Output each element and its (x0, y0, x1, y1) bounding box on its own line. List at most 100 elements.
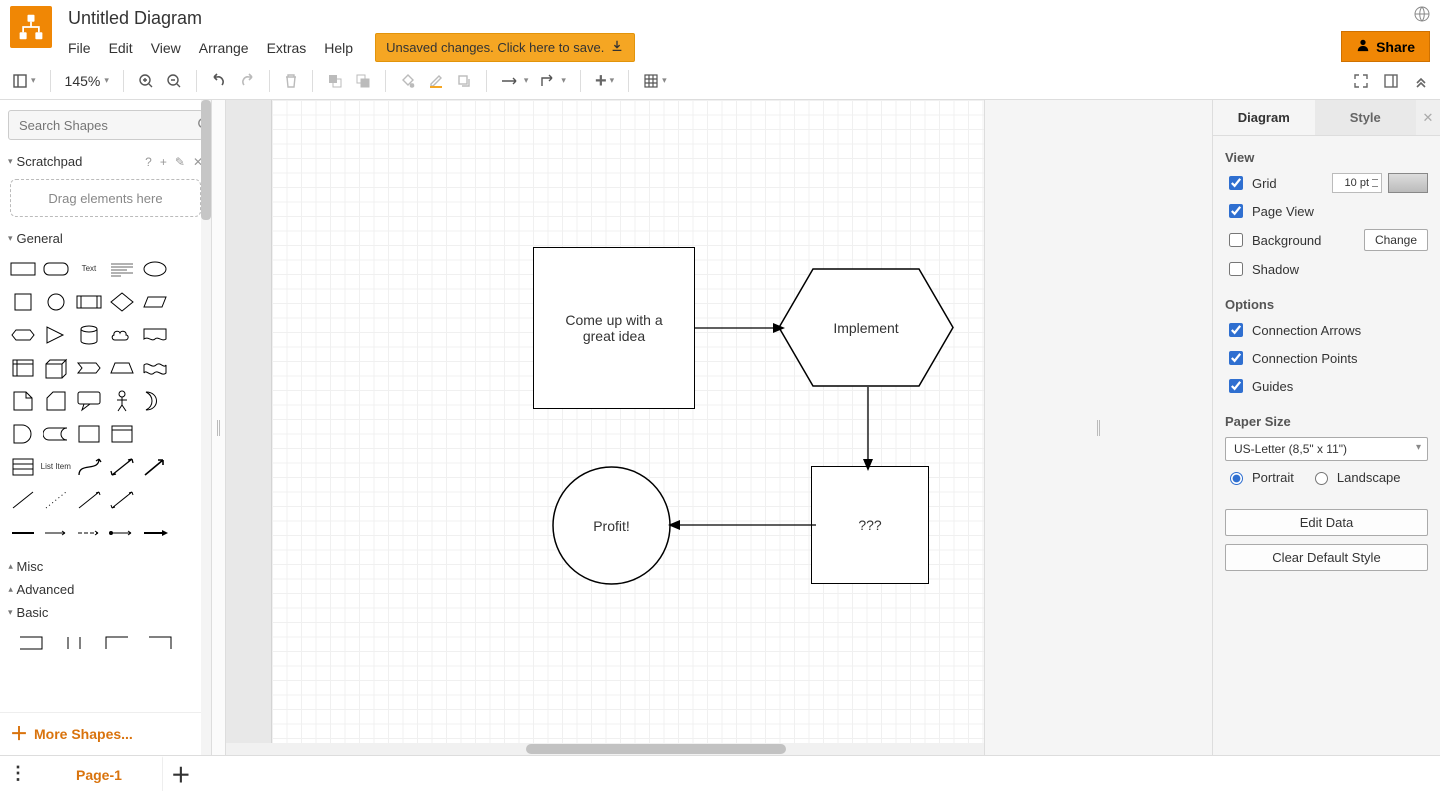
delete-button[interactable] (280, 68, 302, 94)
shape-triangle[interactable] (39, 318, 72, 351)
node-unknown[interactable]: ??? (811, 466, 929, 584)
fill-color-button[interactable] (396, 68, 420, 94)
shape-note[interactable] (6, 384, 39, 417)
scratchpad-header[interactable]: ▾Scratchpad ? + ✎ ✕ (0, 150, 211, 173)
shape-data-storage[interactable] (39, 417, 72, 450)
scratchpad-edit-icon[interactable]: ✎ (175, 155, 185, 169)
shape-basic-4[interactable] (138, 626, 181, 659)
menu-view[interactable]: View (151, 40, 181, 56)
shape-container2[interactable] (106, 417, 139, 450)
app-logo[interactable] (10, 6, 52, 48)
insert-dropdown[interactable]: + (591, 68, 618, 94)
orientation-landscape[interactable]: Landscape (1310, 469, 1401, 485)
shape-circle[interactable] (39, 285, 72, 318)
line-color-button[interactable] (424, 68, 448, 94)
shape-tape[interactable] (139, 351, 172, 384)
shape-search-input[interactable] (17, 117, 197, 134)
shape-or[interactable] (139, 384, 172, 417)
shape-square[interactable] (6, 285, 39, 318)
edge-unknown-profit[interactable] (668, 515, 816, 535)
shape-diamond[interactable] (106, 285, 139, 318)
shape-parallelogram[interactable] (139, 285, 172, 318)
paper-size-select[interactable]: US-Letter (8,5" x 11") (1225, 437, 1428, 461)
shape-thin-bidir[interactable] (106, 483, 139, 516)
shape-connector-5[interactable] (139, 516, 172, 549)
undo-button[interactable] (207, 68, 231, 94)
clear-style-button[interactable]: Clear Default Style (1225, 544, 1428, 571)
close-panel-icon[interactable]: ✕ (1416, 100, 1440, 135)
edit-data-button[interactable]: Edit Data (1225, 509, 1428, 536)
shape-cylinder[interactable] (72, 318, 105, 351)
scratchpad-help-icon[interactable]: ? (145, 155, 152, 169)
grid-checkbox[interactable] (1229, 176, 1243, 190)
shape-card[interactable] (39, 384, 72, 417)
edge-idea-implement[interactable] (695, 318, 785, 338)
pageview-checkbox[interactable] (1229, 204, 1243, 218)
conn-points-checkbox[interactable] (1229, 351, 1243, 365)
shape-ellipse[interactable] (139, 252, 172, 285)
zoom-out-button[interactable] (162, 68, 186, 94)
shadow-button[interactable] (452, 68, 476, 94)
format-panel-toggle[interactable] (1380, 68, 1402, 94)
menu-help[interactable]: Help (324, 40, 353, 56)
fullscreen-button[interactable] (1350, 68, 1372, 94)
shape-rectangle[interactable] (6, 252, 39, 285)
to-back-button[interactable] (351, 68, 375, 94)
scratchpad-drop-target[interactable]: Drag elements here (10, 179, 201, 217)
shape-text[interactable]: Text (72, 252, 105, 285)
shape-process[interactable] (72, 285, 105, 318)
section-basic[interactable]: ▾Basic (0, 601, 211, 624)
zoom-level[interactable]: 145% ▾ (61, 73, 113, 89)
shape-connector-3[interactable] (72, 516, 105, 549)
shape-line-dashed[interactable] (6, 483, 39, 516)
background-checkbox[interactable] (1229, 233, 1243, 247)
redo-button[interactable] (235, 68, 259, 94)
tab-style[interactable]: Style (1315, 100, 1417, 135)
sidebar-scrollbar[interactable] (201, 100, 211, 755)
menu-extras[interactable]: Extras (267, 40, 307, 56)
language-icon[interactable] (1414, 6, 1430, 25)
shape-internal-storage[interactable] (6, 351, 39, 384)
share-button[interactable]: Share (1341, 31, 1430, 62)
shape-basic-2[interactable] (53, 626, 96, 659)
to-front-button[interactable] (323, 68, 347, 94)
shape-callout[interactable] (72, 384, 105, 417)
section-advanced[interactable]: ▸Advanced (0, 578, 211, 601)
tab-diagram[interactable]: Diagram (1213, 100, 1315, 135)
guides-checkbox[interactable] (1229, 379, 1243, 393)
change-background-button[interactable]: Change (1364, 229, 1428, 251)
shadow-checkbox[interactable] (1229, 262, 1243, 276)
shape-arrow[interactable] (139, 450, 172, 483)
orientation-portrait[interactable]: Portrait (1225, 469, 1294, 485)
page-surface[interactable]: Come up with a great idea Implement ??? … (272, 100, 984, 755)
waypoint-style-dropdown[interactable] (536, 68, 570, 94)
canvas-h-scrollbar[interactable] (226, 743, 984, 755)
node-profit[interactable]: Profit! (552, 466, 671, 585)
canvas[interactable]: Come up with a great idea Implement ??? … (226, 100, 984, 755)
shape-search[interactable] (8, 110, 203, 140)
shape-actor[interactable] (106, 384, 139, 417)
page-tabs-menu[interactable]: ⋮ (0, 756, 36, 791)
collapse-toolbar-button[interactable] (1410, 68, 1432, 94)
left-splitter[interactable] (212, 100, 226, 755)
view-mode-dropdown[interactable] (8, 68, 40, 94)
table-dropdown[interactable] (639, 68, 671, 94)
menu-edit[interactable]: Edit (109, 40, 133, 56)
shape-cloud[interactable] (106, 318, 139, 351)
shape-textbox[interactable] (106, 252, 139, 285)
connection-style-dropdown[interactable] (497, 68, 533, 94)
shape-curve[interactable] (72, 450, 105, 483)
zoom-in-button[interactable] (134, 68, 158, 94)
page-tab-1[interactable]: Page-1 (36, 756, 163, 791)
right-splitter[interactable] (984, 100, 1212, 755)
shape-trapezoid[interactable] (106, 351, 139, 384)
shape-hexagon[interactable] (6, 318, 39, 351)
conn-arrows-checkbox[interactable] (1229, 323, 1243, 337)
shape-list[interactable] (6, 450, 39, 483)
shape-connector-2[interactable] (39, 516, 72, 549)
shape-basic-3[interactable] (96, 626, 139, 659)
shape-connector-1[interactable] (6, 516, 39, 549)
shape-line-dotted[interactable] (39, 483, 72, 516)
scratchpad-add-icon[interactable]: + (160, 155, 167, 169)
shape-list-item[interactable]: List Item (39, 450, 72, 483)
